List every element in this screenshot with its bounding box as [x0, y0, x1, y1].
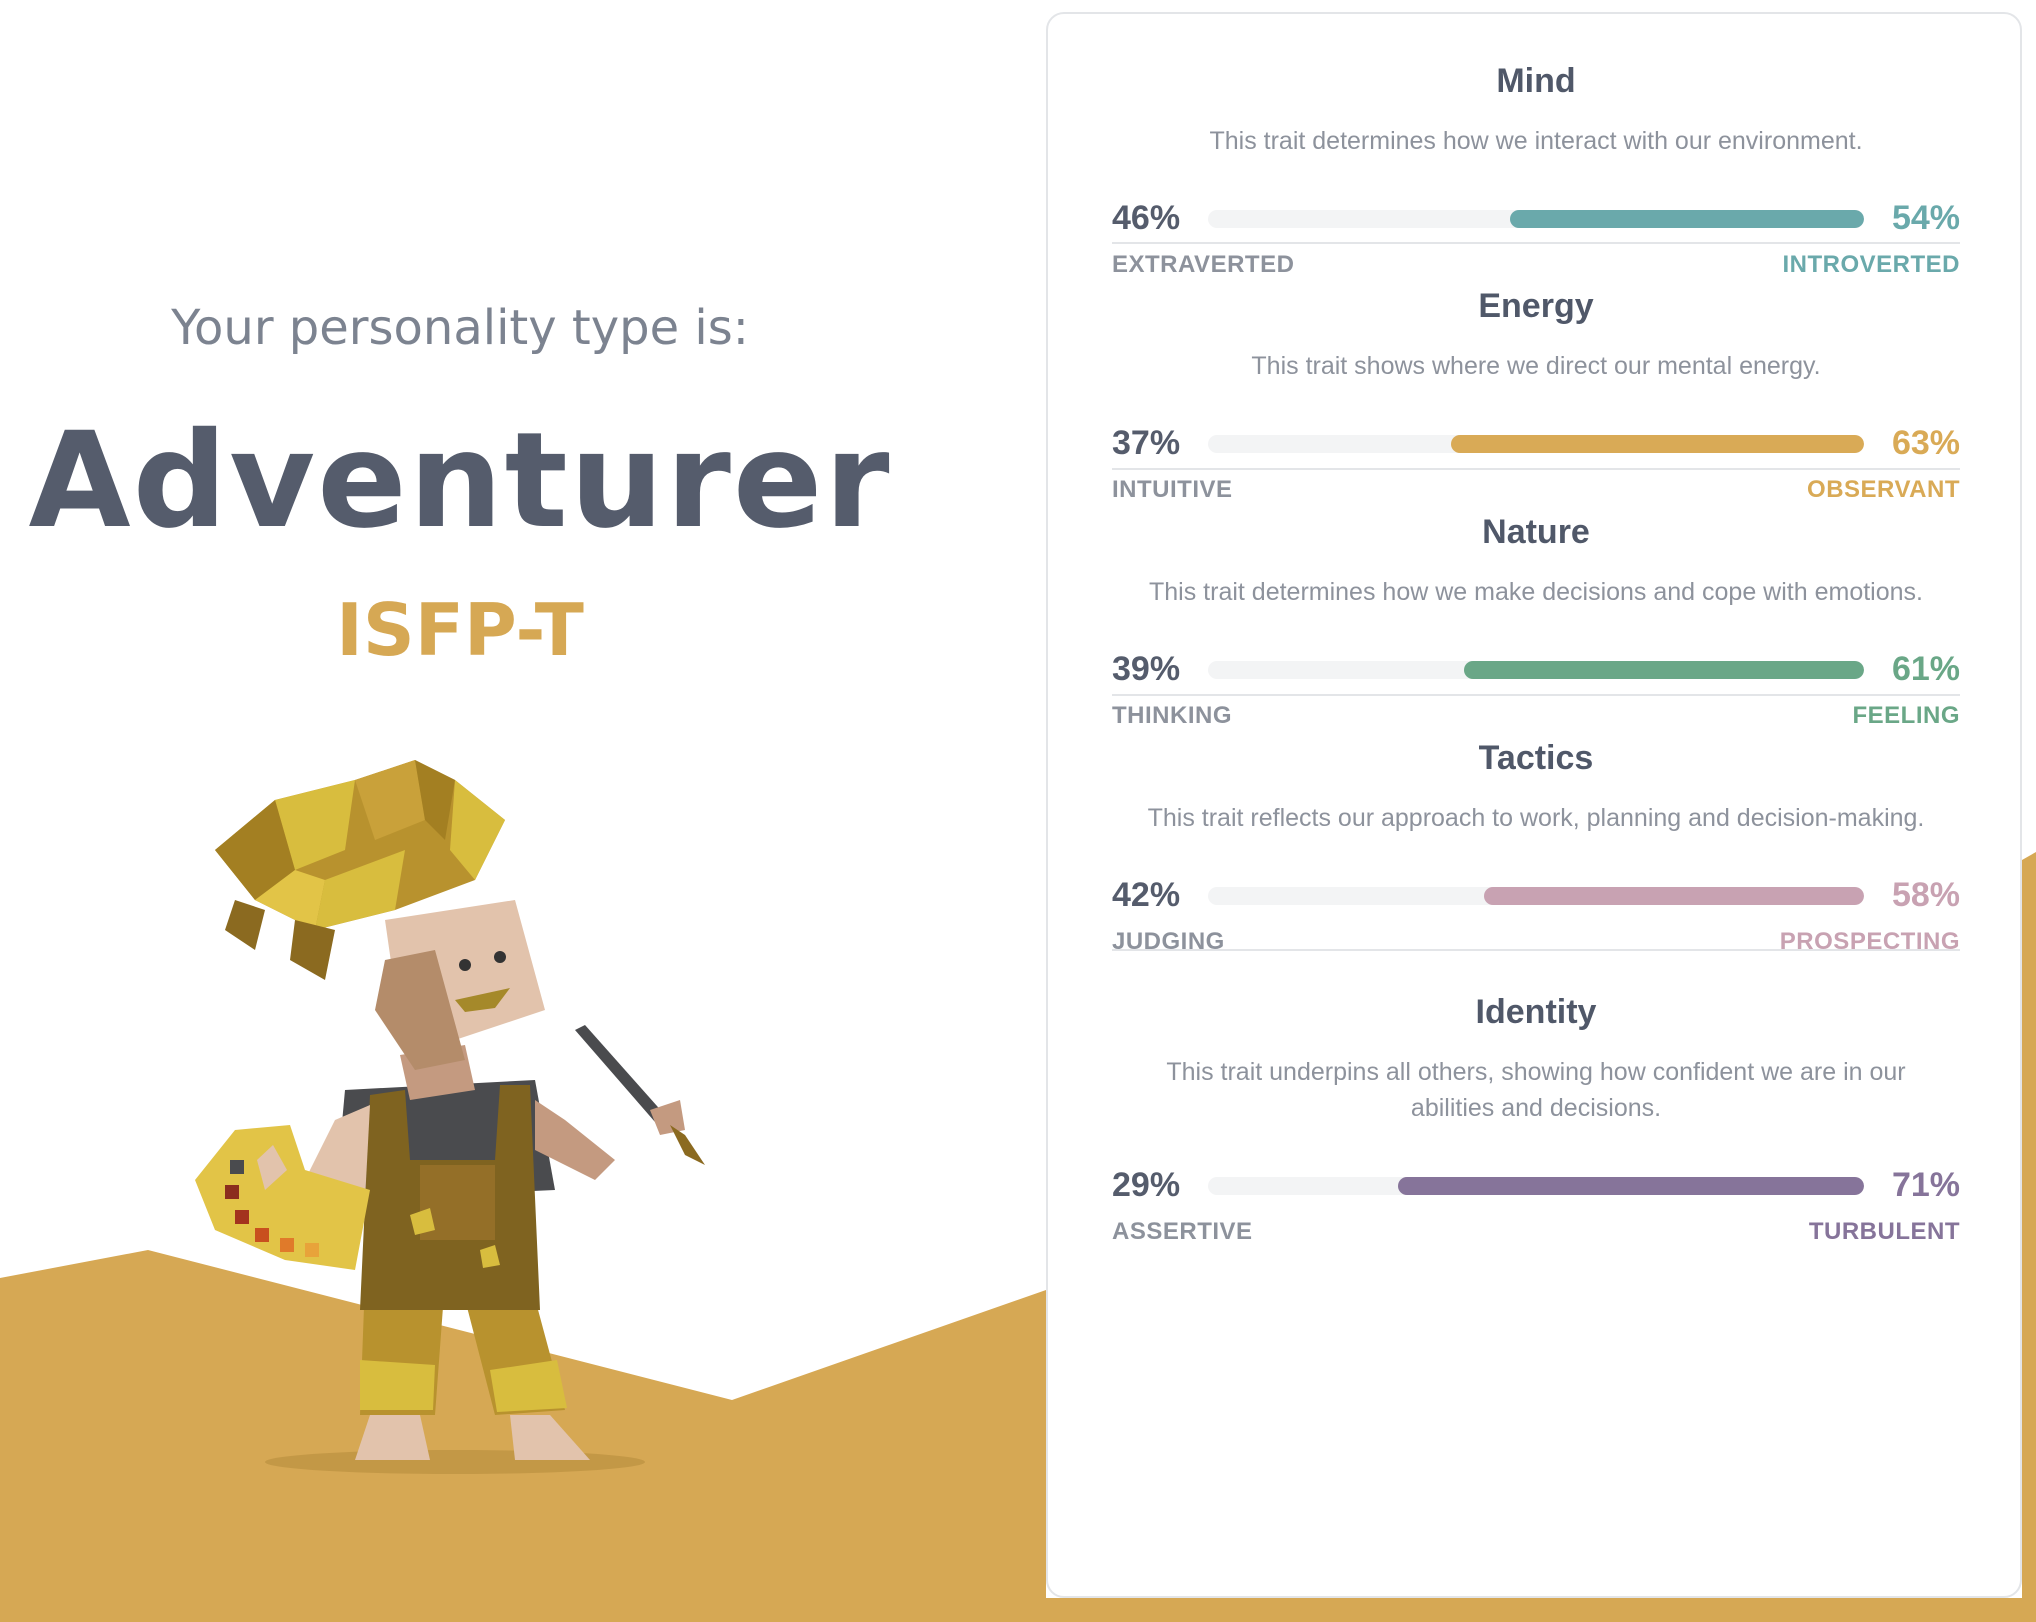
trait-description: This trait determines how we interact wi… — [1209, 127, 1863, 155]
trait-progress-bar — [1208, 1177, 1864, 1195]
left-percent: 46% — [1112, 199, 1181, 237]
trait-description: This trait reflects our approach to work… — [1147, 804, 1925, 832]
trait-bar-row: 42% 58% — [1112, 870, 1960, 920]
trait-title: Nature — [1482, 513, 1590, 551]
personality-type-name: Adventurer — [28, 404, 892, 558]
left-label: EXTRAVERTED — [1112, 251, 1295, 278]
trait-nature: Nature This trait determines how we make … — [1112, 513, 1960, 736]
result-intro: Your personality type is: — [171, 300, 749, 356]
trait-title: Mind — [1496, 62, 1576, 100]
trait-divider — [1112, 242, 1960, 244]
trait-energy: Energy This trait shows where we direct o… — [1112, 287, 1960, 510]
left-label: INTUITIVE — [1112, 476, 1233, 503]
personality-type-code: ISFP-T — [336, 588, 584, 672]
trait-bar-row: 46% 54% — [1112, 193, 1960, 243]
trait-labels: ASSERTIVE TURBULENT — [1112, 1218, 1960, 1252]
trait-description: This trait determines how we make decisi… — [1149, 578, 1923, 606]
trait-progress-fill — [1483, 887, 1864, 905]
right-label: FEELING — [1852, 702, 1960, 729]
trait-divider — [1112, 949, 1960, 951]
trait-progress-fill — [1509, 210, 1864, 228]
left-percent: 29% — [1112, 1166, 1181, 1204]
traits-card: Mind This trait determines how we interac… — [1046, 12, 2022, 1598]
trait-progress-bar — [1208, 661, 1864, 679]
trait-progress-bar — [1208, 210, 1864, 228]
trait-divider — [1112, 694, 1960, 696]
left-label: JUDGING — [1112, 928, 1225, 955]
trait-mind: Mind This trait determines how we interac… — [1112, 62, 1960, 285]
trait-labels: THINKING FEELING — [1112, 702, 1960, 736]
trait-title: Energy — [1478, 287, 1594, 325]
trait-description: This trait shows where we direct our men… — [1251, 352, 1821, 380]
trait-progress-fill — [1450, 435, 1864, 453]
left-percent: 37% — [1112, 424, 1181, 462]
right-percent: 58% — [1891, 876, 1960, 914]
right-label: TURBULENT — [1808, 1218, 1960, 1245]
trait-divider — [1112, 468, 1960, 470]
right-percent: 63% — [1891, 424, 1960, 462]
trait-bar-row: 39% 61% — [1112, 644, 1960, 694]
left-percent: 39% — [1112, 650, 1181, 688]
right-percent: 54% — [1891, 199, 1960, 237]
right-percent: 71% — [1891, 1166, 1960, 1204]
left-percent: 42% — [1112, 876, 1181, 914]
right-label: OBSERVANT — [1807, 476, 1960, 503]
trait-tactics: Tactics This trait reflects our approach … — [1112, 739, 1960, 962]
trait-bar-row: 29% 71% — [1112, 1160, 1960, 1210]
right-label: PROSPECTING — [1779, 928, 1960, 955]
trait-labels: INTUITIVE OBSERVANT — [1112, 476, 1960, 510]
trait-labels: JUDGING PROSPECTING — [1112, 928, 1960, 962]
trait-bar-row: 37% 63% — [1112, 418, 1960, 468]
trait-progress-bar — [1208, 435, 1864, 453]
trait-identity: Identity This trait underpins all others,… — [1112, 993, 1960, 1252]
adventurer-illustration — [195, 760, 705, 1474]
trait-description: This trait underpins all others, showing… — [1166, 1058, 1906, 1122]
right-label: INTROVERTED — [1782, 251, 1960, 278]
left-label: ASSERTIVE — [1112, 1218, 1253, 1245]
trait-labels: EXTRAVERTED INTROVERTED — [1112, 251, 1960, 285]
left-label: THINKING — [1112, 702, 1232, 729]
trait-title: Tactics — [1478, 739, 1594, 777]
trait-progress-fill — [1398, 1177, 1864, 1195]
trait-progress-fill — [1463, 661, 1864, 679]
right-percent: 61% — [1891, 650, 1960, 688]
trait-progress-bar — [1208, 887, 1864, 905]
trait-title: Identity — [1475, 993, 1597, 1031]
result-summary: Your personality type is: Adventurer ISF… — [0, 300, 920, 672]
